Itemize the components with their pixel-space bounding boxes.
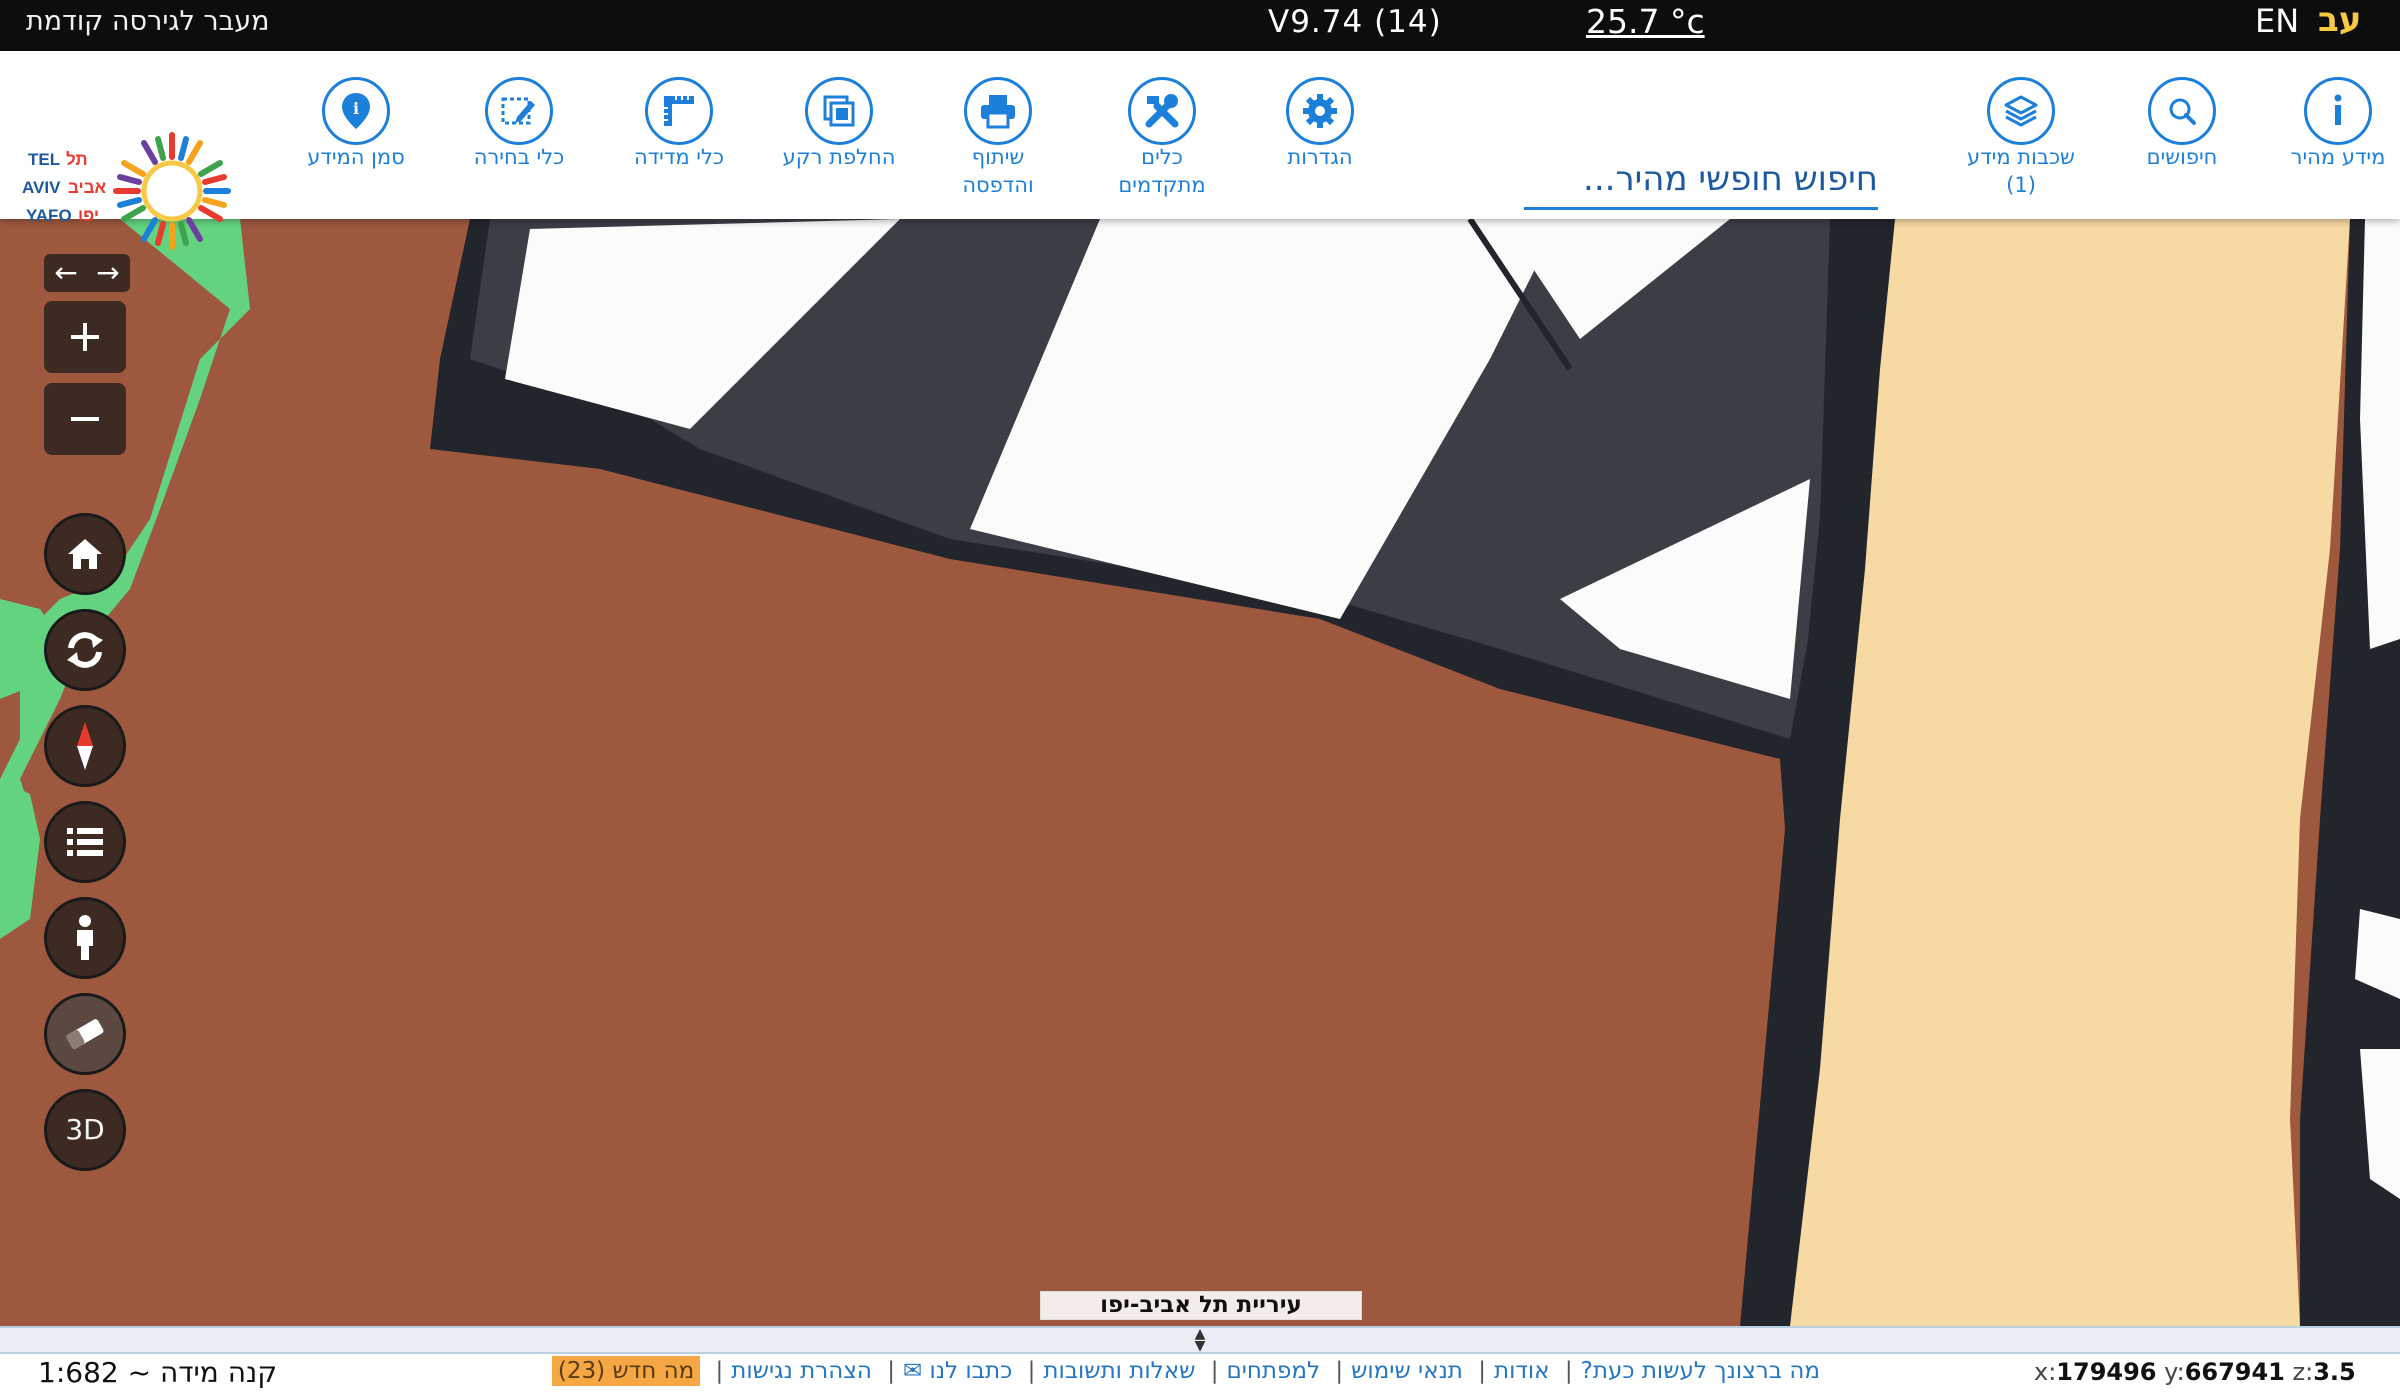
panel-resize-handle[interactable]: ▲ ▼ [0, 1326, 2400, 1354]
eraser-button[interactable] [44, 993, 126, 1075]
refresh-icon [67, 632, 103, 668]
3d-label: 3D [65, 1113, 105, 1146]
list-icon [67, 828, 103, 856]
y-label: y: [2164, 1358, 2185, 1386]
contact-link[interactable]: כתבו לנו ✉ [903, 1358, 1012, 1384]
previous-version-link[interactable]: מעבר לגירסה קודמת [26, 6, 270, 37]
quick-search [1524, 153, 1878, 210]
basemap-icon [805, 77, 873, 145]
searches-button[interactable]: חיפושים [2102, 51, 2262, 171]
temperature-link[interactable]: 25.7 °c [1586, 2, 1705, 41]
link-separator: | [1335, 1358, 1344, 1384]
select-icon [485, 77, 553, 145]
footer-bar: קנה מידה ~ 1:682 מה ברצונך לעשות כעת? | א… [0, 1354, 2400, 1392]
measure-tools-button[interactable]: כלי מדידה [599, 51, 759, 171]
whats-new-badge[interactable]: מה חדש (23) [551, 1356, 701, 1386]
switch-basemap-label: החלפת רקע [782, 145, 896, 169]
switch-basemap-button[interactable]: החלפת רקע [759, 51, 919, 171]
plus-icon [71, 323, 99, 351]
map-scale: קנה מידה ~ 1:682 [38, 1356, 278, 1389]
link-separator: | [1210, 1358, 1219, 1384]
info-marker-button[interactable]: i סמן המידע [276, 51, 436, 171]
eraser-icon [66, 1019, 104, 1049]
map-basemap[interactable] [0, 219, 2400, 1326]
ruler-icon [645, 77, 713, 145]
measure-tools-label: כלי מדידה [633, 145, 725, 169]
share-print-button[interactable]: שיתוף והדפסה [918, 51, 1078, 199]
layers-icon [1987, 77, 2055, 145]
3d-button[interactable]: 3D [44, 1089, 126, 1171]
main-toolbar: TEL תל AVIV אביב YAFO יפו i סמן המידע כל… [0, 51, 2400, 250]
logo-yafo-he: יפו [78, 206, 99, 225]
advanced-tools-label: כלים מתקדמים [1118, 145, 1206, 197]
faq-link[interactable]: שאלות ותשובות [1043, 1358, 1195, 1384]
map-canvas[interactable]: ← → 3D [0, 219, 2400, 1326]
svg-text:i: i [353, 99, 359, 118]
advanced-tools-button[interactable]: כלים מתקדמים [1082, 51, 1242, 199]
info-marker-label: סמן המידע [307, 145, 405, 169]
logo-graphic: TEL תל AVIV אביב YAFO יפו [22, 132, 231, 250]
y-value: 667941 [2184, 1358, 2285, 1386]
next-extent-button[interactable]: → [88, 257, 128, 289]
about-link[interactable]: אודות [1494, 1358, 1550, 1384]
developers-link[interactable]: למפתחים [1226, 1358, 1320, 1384]
extent-nav: ← → [44, 254, 130, 292]
chevron-updown-icon: ▲ ▼ [1194, 1326, 1206, 1354]
version-label: V9.74 (14) [1268, 4, 1442, 40]
footer-links: מה ברצונך לעשות כעת? | אודות | תנאי שימוש |… [551, 1354, 1820, 1388]
link-separator: | [1027, 1358, 1036, 1384]
home-icon [68, 539, 102, 569]
selection-tools-label: כלי בחירה [473, 145, 565, 169]
legend-button[interactable] [44, 801, 126, 883]
minus-icon [71, 417, 99, 421]
settings-label: הגדרות [1287, 145, 1353, 169]
logo-tel-he: תל [66, 150, 88, 169]
logo-aviv-he: אביב [68, 178, 107, 197]
info-icon [2304, 77, 2372, 145]
what-to-do-link[interactable]: מה ברצונך לעשות כעת? [1581, 1358, 1820, 1384]
tel-aviv-logo[interactable]: TEL תל AVIV אביב YAFO יפו [20, 131, 250, 251]
logo-tel: TEL [28, 150, 60, 169]
quick-info-button[interactable]: מידע מהיר [2258, 51, 2400, 171]
top-bar: מעבר לגירסה קודמת V9.74 (14) 25.7 °c EN … [0, 0, 2400, 51]
quick-search-input[interactable] [1524, 153, 1878, 205]
logo-aviv: AVIV [22, 178, 61, 197]
previous-extent-button[interactable]: ← [46, 257, 86, 289]
link-separator: | [887, 1358, 895, 1384]
x-label: x: [2034, 1358, 2057, 1386]
zoom-in-button[interactable] [44, 301, 126, 373]
lang-english-link[interactable]: EN [2255, 2, 2299, 40]
lang-hebrew-link[interactable]: עב [2318, 0, 2361, 40]
city-attribution: עיריית תל אביב-יפו [1040, 1291, 1362, 1320]
compass-icon [77, 722, 93, 770]
quick-info-label: מידע מהיר [2290, 145, 2386, 169]
link-separator: | [1564, 1358, 1573, 1384]
info-layers-button[interactable]: שכבות מידע (1) [1941, 51, 2101, 199]
link-separator: | [715, 1358, 724, 1384]
coordinates-readout: x:179496 y:667941 z:3.5 [2034, 1358, 2356, 1386]
street-view-button[interactable] [44, 897, 126, 979]
compass-button[interactable] [44, 705, 126, 787]
settings-button[interactable]: הגדרות [1240, 51, 1400, 171]
z-value: 3.5 [2313, 1358, 2356, 1386]
accessibility-link[interactable]: הצהרת נגישות [731, 1358, 872, 1384]
selection-tools-button[interactable]: כלי בחירה [439, 51, 599, 171]
x-value: 179496 [2056, 1358, 2157, 1386]
searches-label: חיפושים [2146, 145, 2218, 169]
tools-icon [1128, 77, 1196, 145]
search-icon [2148, 77, 2216, 145]
zoom-out-button[interactable] [44, 383, 126, 455]
person-icon [77, 915, 93, 960]
terms-link[interactable]: תנאי שימוש [1351, 1358, 1463, 1384]
link-separator: | [1478, 1358, 1486, 1384]
home-button[interactable] [44, 513, 126, 595]
info-layers-label: שכבות מידע (1) [1967, 145, 2075, 197]
refresh-button[interactable] [44, 609, 126, 691]
logo-yafo: YAFO [26, 206, 72, 225]
marker-icon: i [322, 77, 390, 145]
printer-icon [964, 77, 1032, 145]
gear-icon [1286, 77, 1354, 145]
z-label: z: [2292, 1358, 2314, 1386]
share-print-label: שיתוף והדפסה [962, 145, 1034, 197]
